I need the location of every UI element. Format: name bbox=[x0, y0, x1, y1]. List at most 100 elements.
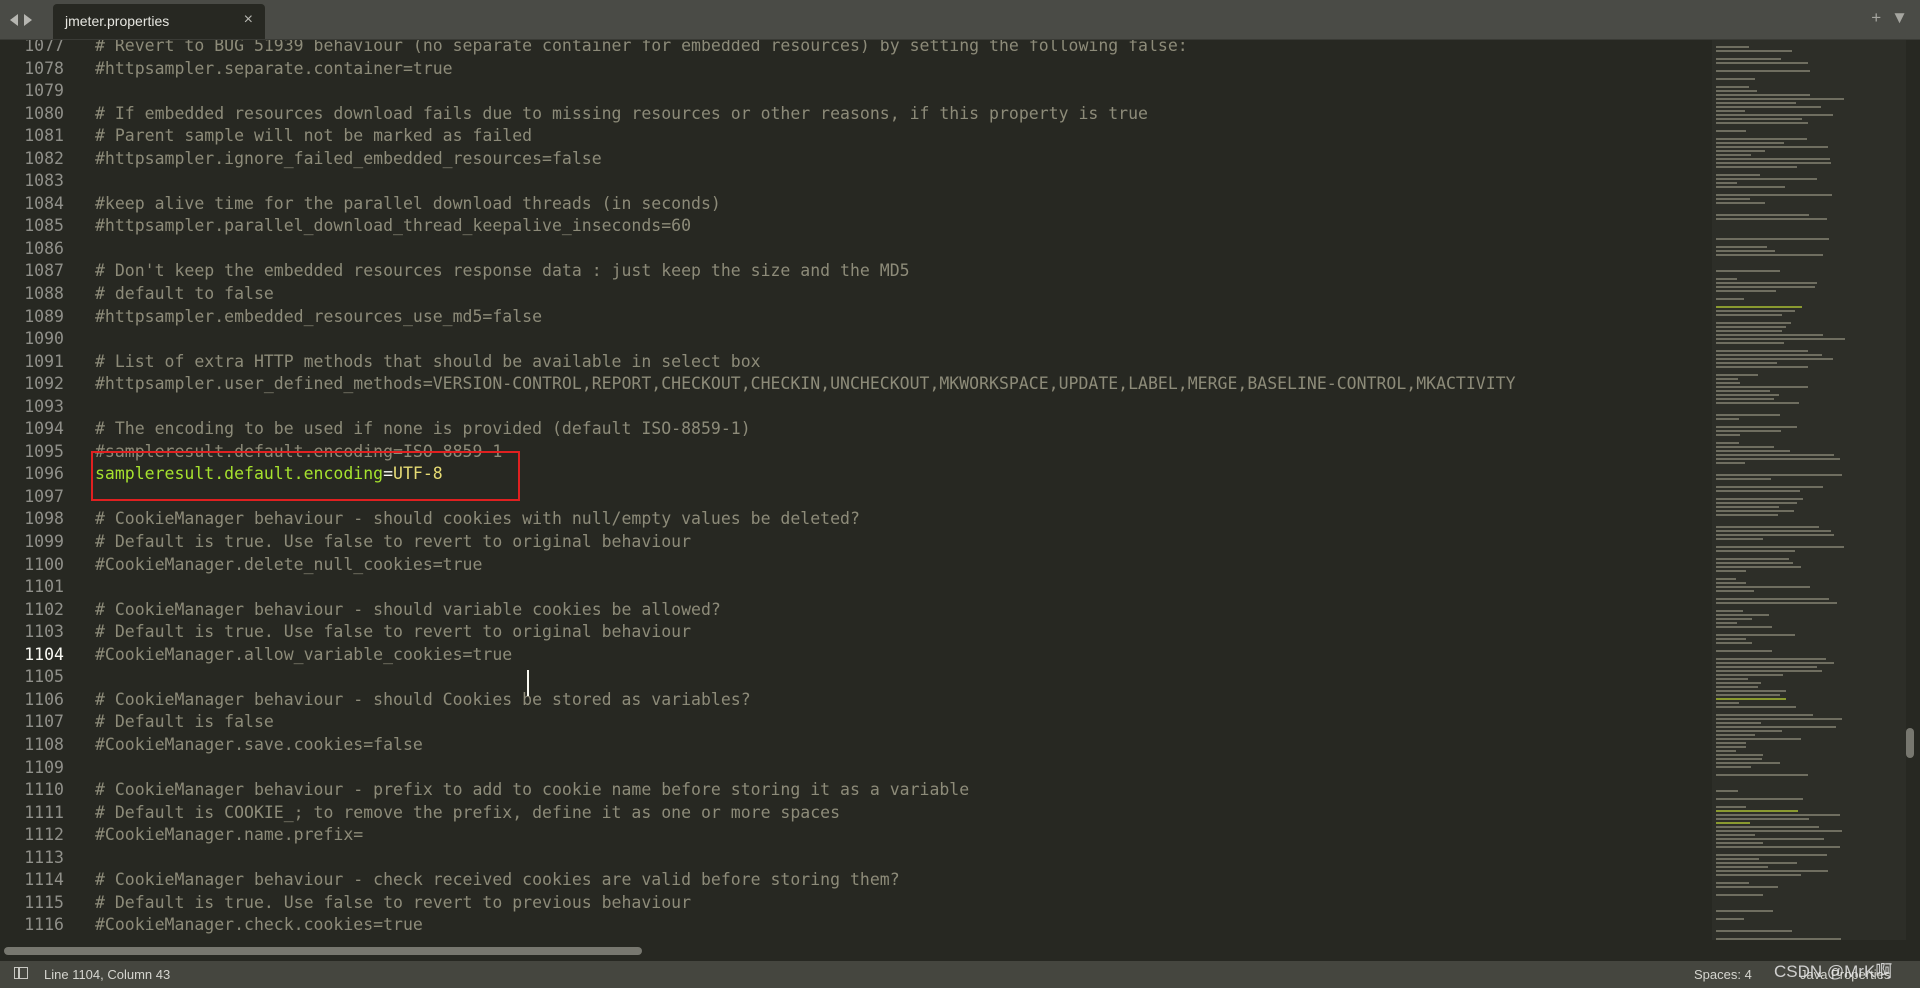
property-equals: = bbox=[383, 464, 394, 484]
chevron-right-icon[interactable] bbox=[24, 14, 32, 26]
minimap-stroke bbox=[1716, 502, 1797, 504]
line-number: 1104 bbox=[24, 644, 64, 664]
panel-toggle-icon[interactable] bbox=[14, 967, 28, 979]
minimap-stroke bbox=[1716, 178, 1817, 180]
line-text: # CookieManager behaviour - should varia… bbox=[95, 599, 721, 619]
status-bar: Line 1104, Column 43 Spaces: 4 Java Prop… bbox=[0, 961, 1920, 988]
minimap-stroke bbox=[1716, 158, 1830, 160]
line-number: 1107 bbox=[24, 712, 64, 732]
line-number: 1102 bbox=[24, 599, 64, 619]
minimap-stroke bbox=[1716, 698, 1786, 700]
minimap-stroke bbox=[1716, 238, 1829, 240]
minimap-stroke bbox=[1716, 166, 1797, 168]
horizontal-scrollbar[interactable] bbox=[4, 947, 642, 955]
minimap-stroke bbox=[1716, 278, 1737, 280]
minimap-stroke bbox=[1716, 342, 1784, 344]
minimap-stroke bbox=[1716, 566, 1801, 568]
minimap-stroke bbox=[1716, 730, 1782, 732]
minimap-stroke bbox=[1716, 442, 1739, 444]
minimap-stroke bbox=[1716, 458, 1840, 460]
line-number: 1103 bbox=[24, 622, 64, 642]
line-number: 1082 bbox=[24, 148, 64, 168]
minimap-stroke bbox=[1716, 538, 1763, 540]
minimap-stroke bbox=[1716, 766, 1751, 768]
minimap-stroke bbox=[1716, 830, 1842, 832]
line-number: 1086 bbox=[24, 238, 64, 258]
minimap-stroke bbox=[1716, 694, 1780, 696]
minimap-stroke bbox=[1716, 454, 1834, 456]
add-tab-icon[interactable]: + bbox=[1871, 9, 1881, 26]
minimap-stroke bbox=[1716, 866, 1768, 868]
minimap-stroke bbox=[1716, 602, 1837, 604]
minimap-stroke bbox=[1716, 762, 1780, 764]
minimap-stroke bbox=[1716, 578, 1736, 580]
minimap-stroke bbox=[1716, 638, 1746, 640]
minimap-stroke bbox=[1716, 182, 1737, 184]
line-number: 1080 bbox=[24, 103, 64, 123]
minimap-stroke bbox=[1716, 854, 1827, 856]
tab-bar: jmeter.properties × + ▼ bbox=[0, 0, 1920, 40]
minimap-stroke bbox=[1716, 874, 1801, 876]
tab-actions: + ▼ bbox=[1871, 9, 1908, 26]
code-editor[interactable]: 1077 # Revert to BUG 51939 behaviour (no … bbox=[0, 40, 1710, 940]
minimap-stroke bbox=[1716, 426, 1797, 428]
minimap-stroke bbox=[1716, 798, 1803, 800]
minimap-stroke bbox=[1716, 714, 1813, 716]
line-text: # Revert to BUG 51939 behaviour (no sepa… bbox=[95, 40, 1188, 55]
chevron-left-icon[interactable] bbox=[10, 14, 18, 26]
minimap-stroke bbox=[1716, 582, 1746, 584]
minimap-stroke bbox=[1716, 250, 1775, 252]
minimap-stroke bbox=[1716, 750, 1736, 752]
minimap-stroke bbox=[1716, 306, 1802, 308]
minimap-stroke bbox=[1716, 722, 1761, 724]
minimap-stroke bbox=[1716, 590, 1754, 592]
line-number: 1105 bbox=[24, 667, 64, 687]
minimap-stroke bbox=[1716, 562, 1793, 564]
line-number: 1101 bbox=[24, 577, 64, 597]
minimap-stroke bbox=[1716, 314, 1782, 316]
line-number: 1088 bbox=[24, 284, 64, 304]
minimap-stroke bbox=[1716, 790, 1738, 792]
minimap-stroke bbox=[1716, 490, 1800, 492]
minimap-stroke bbox=[1716, 110, 1745, 112]
line-number: 1100 bbox=[24, 554, 64, 574]
minimap-stroke bbox=[1716, 218, 1827, 220]
minimap-stroke bbox=[1716, 690, 1786, 692]
tab-jmeter-properties[interactable]: jmeter.properties × bbox=[53, 4, 265, 39]
minimap-stroke bbox=[1716, 334, 1823, 336]
line-number: 1112 bbox=[24, 825, 64, 845]
minimap-stroke bbox=[1716, 742, 1746, 744]
minimap-stroke bbox=[1716, 702, 1739, 704]
minimap-stroke bbox=[1716, 738, 1801, 740]
line-text: #httpsampler.separate.container=true bbox=[95, 58, 453, 78]
close-icon[interactable]: × bbox=[244, 12, 253, 28]
minimap-stroke bbox=[1716, 758, 1762, 760]
line-text: #keep alive time for the parallel downlo… bbox=[95, 193, 721, 213]
line-number: 1114 bbox=[24, 870, 64, 890]
minimap-stroke bbox=[1716, 378, 1738, 380]
line-number: 1081 bbox=[24, 126, 64, 146]
indentation-setting[interactable]: Spaces: 4 bbox=[1694, 967, 1752, 982]
minimap-stroke bbox=[1716, 326, 1786, 328]
minimap-stroke bbox=[1716, 746, 1746, 748]
minimap[interactable] bbox=[1712, 40, 1906, 940]
minimap-stroke bbox=[1716, 434, 1740, 436]
line-number: 1113 bbox=[24, 847, 64, 867]
minimap-stroke bbox=[1716, 290, 1776, 292]
minimap-stroke bbox=[1716, 822, 1750, 824]
line-number: 1085 bbox=[24, 216, 64, 236]
minimap-stroke bbox=[1716, 138, 1807, 140]
line-text: #CookieManager.allow_variable_cookies=tr… bbox=[95, 644, 513, 664]
minimap-stroke bbox=[1716, 754, 1763, 756]
minimap-stroke bbox=[1716, 506, 1779, 508]
minimap-stroke bbox=[1716, 534, 1834, 536]
horizontal-scrollbar-track[interactable] bbox=[0, 947, 1910, 955]
minimap-stroke bbox=[1716, 726, 1836, 728]
tab-menu-icon[interactable]: ▼ bbox=[1891, 9, 1908, 26]
vertical-scrollbar[interactable] bbox=[1906, 728, 1914, 758]
line-text: # Default is true. Use false to revert t… bbox=[95, 532, 692, 552]
minimap-stroke bbox=[1716, 510, 1794, 512]
minimap-stroke bbox=[1716, 814, 1840, 816]
minimap-stroke bbox=[1716, 858, 1759, 860]
minimap-stroke bbox=[1716, 642, 1752, 644]
